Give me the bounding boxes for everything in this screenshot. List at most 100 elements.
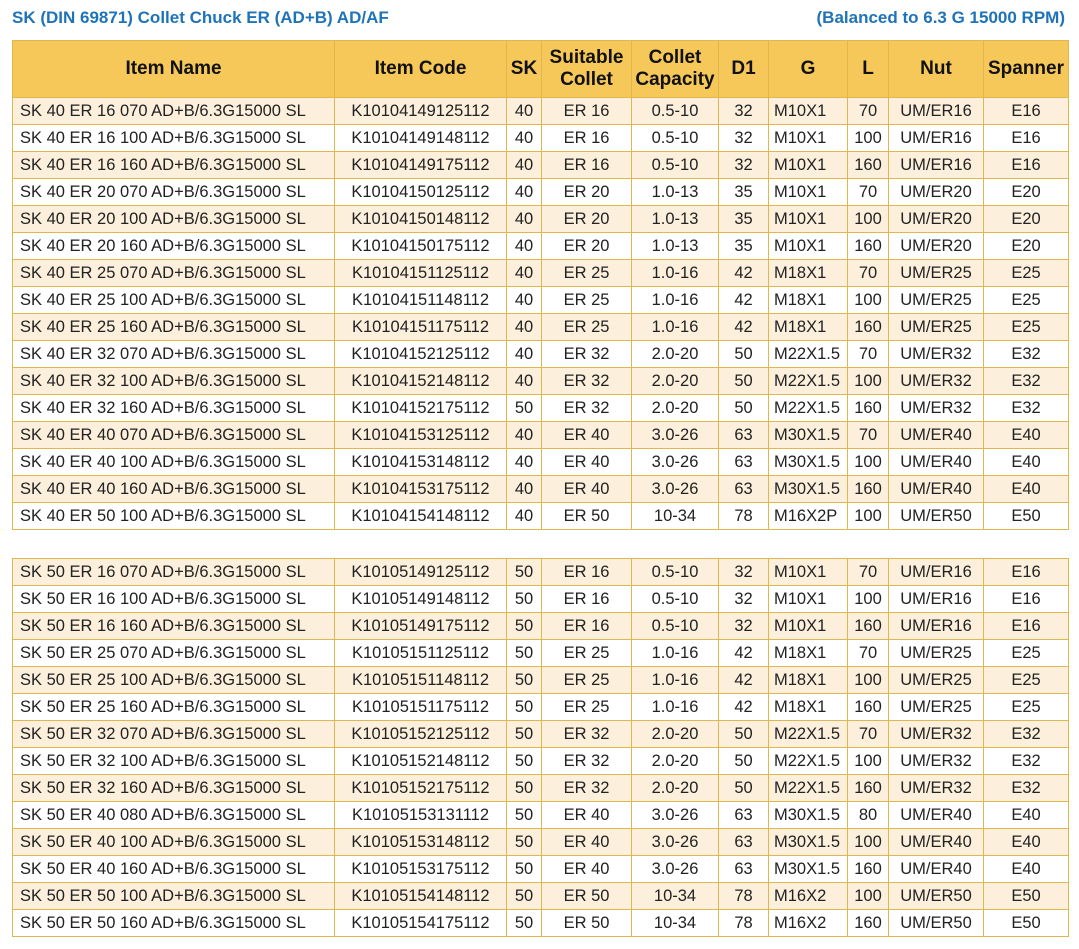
- cell-d1: 50: [718, 747, 769, 775]
- cell-sk: 50: [506, 666, 542, 694]
- cell-d1: 35: [718, 232, 769, 260]
- cell-item-code: K10104152125112: [334, 340, 507, 368]
- cell-spanner: E20: [983, 205, 1069, 233]
- cell-nut: UM/ER25: [888, 666, 984, 694]
- cell-sk: 40: [506, 448, 542, 476]
- cell-item-name: SK 40 ER 16 160 AD+B/6.3G15000 SL: [12, 151, 335, 179]
- col-header-sk: SK: [506, 40, 542, 98]
- cell-sk: 50: [506, 828, 542, 856]
- cell-suitable-collet: ER 16: [541, 124, 632, 152]
- table-row: SK 40 ER 16 070 AD+B/6.3G15000 SL K101041…: [12, 97, 1069, 125]
- cell-sk: 40: [506, 475, 542, 503]
- cell-collet-capacity: 1.0-16: [631, 313, 719, 341]
- table-row: SK 50 ER 40 160 AD+B/6.3G15000 SL K101051…: [12, 855, 1069, 883]
- table-row: SK 40 ER 20 100 AD+B/6.3G15000 SL K101041…: [12, 205, 1069, 233]
- cell-item-code: K10104149148112: [334, 124, 507, 152]
- cell-l: 160: [847, 232, 889, 260]
- cell-l: 160: [847, 774, 889, 802]
- cell-l: 100: [847, 124, 889, 152]
- cell-suitable-collet: ER 25: [541, 666, 632, 694]
- cell-collet-capacity: 3.0-26: [631, 855, 719, 883]
- cell-sk: 50: [506, 558, 542, 586]
- cell-d1: 78: [718, 502, 769, 530]
- cell-l: 70: [847, 421, 889, 449]
- cell-nut: UM/ER16: [888, 585, 984, 613]
- table-row: SK 40 ER 40 100 AD+B/6.3G15000 SL K101041…: [12, 448, 1069, 476]
- cell-nut: UM/ER40: [888, 448, 984, 476]
- cell-item-name: SK 40 ER 25 100 AD+B/6.3G15000 SL: [12, 286, 335, 314]
- cell-item-code: K10105149175112: [334, 612, 507, 640]
- cell-spanner: E50: [983, 909, 1069, 937]
- cell-g: M10X1: [768, 585, 848, 613]
- cell-g: M16X2P: [768, 502, 848, 530]
- cell-item-code: K10105154148112: [334, 882, 507, 910]
- cell-l: 70: [847, 720, 889, 748]
- col-header-g: G: [768, 40, 848, 98]
- cell-d1: 42: [718, 259, 769, 287]
- cell-item-name: SK 40 ER 25 070 AD+B/6.3G15000 SL: [12, 259, 335, 287]
- cell-collet-capacity: 1.0-16: [631, 286, 719, 314]
- cell-item-code: K10104153148112: [334, 448, 507, 476]
- cell-g: M30X1.5: [768, 475, 848, 503]
- cell-g: M10X1: [768, 97, 848, 125]
- cell-sk: 40: [506, 367, 542, 395]
- table-row: SK 50 ER 50 160 AD+B/6.3G15000 SL K101051…: [12, 909, 1069, 937]
- cell-sk: 40: [506, 340, 542, 368]
- cell-suitable-collet: ER 25: [541, 259, 632, 287]
- cell-spanner: E16: [983, 97, 1069, 125]
- col-header-item-name: Item Name: [12, 40, 335, 98]
- cell-nut: UM/ER40: [888, 828, 984, 856]
- cell-sk: 40: [506, 97, 542, 125]
- table-row: SK 40 ER 40 160 AD+B/6.3G15000 SL K101041…: [12, 475, 1069, 503]
- table-row: SK 50 ER 16 100 AD+B/6.3G15000 SL K101051…: [12, 585, 1069, 613]
- cell-nut: UM/ER25: [888, 639, 984, 667]
- cell-item-code: K10105149148112: [334, 585, 507, 613]
- cell-nut: UM/ER25: [888, 259, 984, 287]
- cell-suitable-collet: ER 50: [541, 909, 632, 937]
- table-row: SK 40 ER 16 160 AD+B/6.3G15000 SL K101041…: [12, 151, 1069, 179]
- cell-l: 100: [847, 666, 889, 694]
- cell-l: 160: [847, 693, 889, 721]
- cell-nut: UM/ER32: [888, 720, 984, 748]
- col-header-collet-capacity-line1: Collet: [648, 47, 702, 68]
- cell-item-name: SK 50 ER 40 080 AD+B/6.3G15000 SL: [12, 801, 335, 829]
- cell-collet-capacity: 2.0-20: [631, 720, 719, 748]
- cell-collet-capacity: 3.0-26: [631, 448, 719, 476]
- table-row: SK 50 ER 50 100 AD+B/6.3G15000 SL K101051…: [12, 882, 1069, 910]
- cell-item-code: K10104151148112: [334, 286, 507, 314]
- cell-g: M22X1.5: [768, 394, 848, 422]
- cell-item-code: K10105153131112: [334, 801, 507, 829]
- cell-d1: 42: [718, 693, 769, 721]
- cell-spanner: E16: [983, 151, 1069, 179]
- cell-item-name: SK 40 ER 32 100 AD+B/6.3G15000 SL: [12, 367, 335, 395]
- cell-sk: 40: [506, 313, 542, 341]
- cell-d1: 32: [718, 612, 769, 640]
- cell-collet-capacity: 2.0-20: [631, 774, 719, 802]
- cell-nut: UM/ER50: [888, 502, 984, 530]
- cell-item-code: K10104150125112: [334, 178, 507, 206]
- cell-g: M10X1: [768, 205, 848, 233]
- cell-nut: UM/ER50: [888, 882, 984, 910]
- cell-spanner: E20: [983, 178, 1069, 206]
- cell-collet-capacity: 1.0-16: [631, 666, 719, 694]
- cell-item-name: SK 40 ER 20 160 AD+B/6.3G15000 SL: [12, 232, 335, 260]
- cell-item-name: SK 50 ER 40 160 AD+B/6.3G15000 SL: [12, 855, 335, 883]
- cell-spanner: E25: [983, 639, 1069, 667]
- cell-nut: UM/ER32: [888, 367, 984, 395]
- cell-sk: 50: [506, 693, 542, 721]
- cell-g: M22X1.5: [768, 774, 848, 802]
- cell-item-code: K10104154148112: [334, 502, 507, 530]
- cell-item-code: K10104152175112: [334, 394, 507, 422]
- cell-spanner: E40: [983, 828, 1069, 856]
- cell-l: 100: [847, 448, 889, 476]
- cell-sk: 50: [506, 720, 542, 748]
- table-row: SK 40 ER 25 100 AD+B/6.3G15000 SL K101041…: [12, 286, 1069, 314]
- cell-spanner: E50: [983, 882, 1069, 910]
- cell-suitable-collet: ER 50: [541, 882, 632, 910]
- cell-spanner: E20: [983, 232, 1069, 260]
- cell-spanner: E32: [983, 720, 1069, 748]
- table-row: SK 50 ER 32 100 AD+B/6.3G15000 SL K101051…: [12, 747, 1069, 775]
- cell-g: M10X1: [768, 558, 848, 586]
- cell-l: 100: [847, 747, 889, 775]
- cell-collet-capacity: 2.0-20: [631, 340, 719, 368]
